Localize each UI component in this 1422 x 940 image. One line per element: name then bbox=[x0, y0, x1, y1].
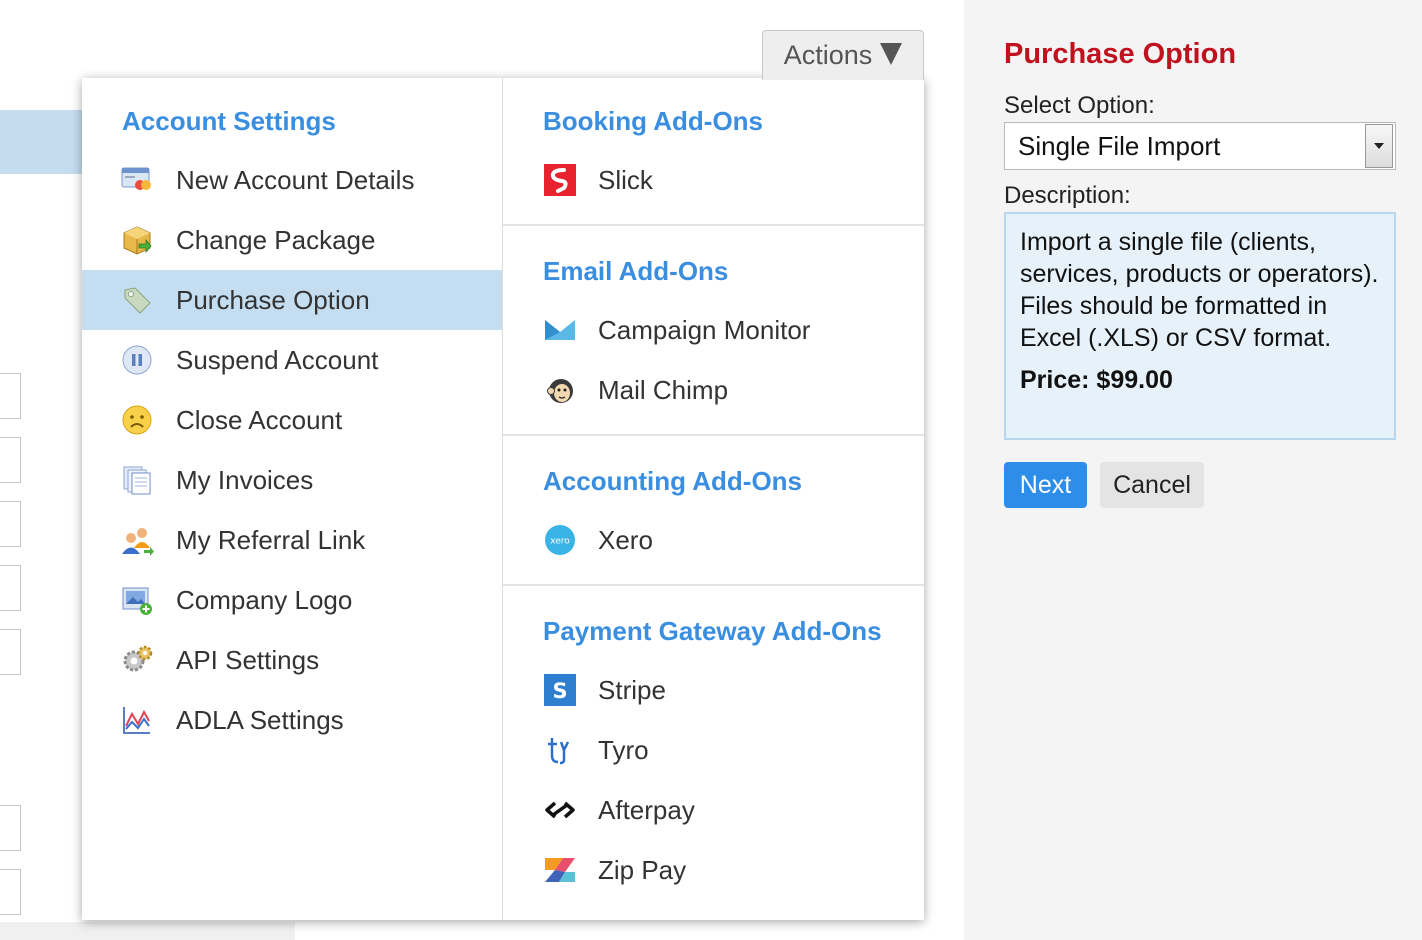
menu-item-change-package[interactable]: Change Package bbox=[82, 210, 502, 270]
xero-icon: xero bbox=[543, 523, 577, 557]
menu-item-api-settings[interactable]: API Settings bbox=[82, 630, 502, 690]
accounting-add-ons-heading: Accounting Add-Ons bbox=[543, 466, 803, 496]
referral-users-icon bbox=[120, 523, 154, 557]
payment-gateway-add-ons-heading: Payment Gateway Add-Ons bbox=[543, 616, 882, 646]
actions-dropdown-menu: Account Settings New Account Details Cha… bbox=[82, 78, 924, 920]
actions-label: Actions bbox=[783, 40, 873, 70]
background-field bbox=[0, 629, 21, 675]
menu-item-my-invoices[interactable]: My Invoices bbox=[82, 450, 502, 510]
afterpay-icon bbox=[543, 793, 577, 827]
next-button[interactable]: Next bbox=[1004, 462, 1087, 508]
selected-option: Single File Import bbox=[1018, 130, 1221, 161]
background-field bbox=[0, 565, 21, 611]
purchase-option-panel: Purchase Option Select Option: Single Fi… bbox=[964, 0, 1422, 940]
menu-item-zip-pay[interactable]: Zip Pay bbox=[503, 840, 923, 900]
tyro-icon bbox=[543, 733, 577, 767]
option-select[interactable]: Single File Import bbox=[1004, 122, 1396, 170]
menu-item-campaign-monitor[interactable]: Campaign Monitor bbox=[503, 300, 923, 360]
gears-icon bbox=[120, 643, 154, 677]
menu-item-new-account-details[interactable]: New Account Details bbox=[82, 150, 502, 210]
zip-pay-icon bbox=[543, 853, 577, 887]
svg-text:xero: xero bbox=[550, 537, 570, 547]
select-option-label: Select Option: bbox=[1004, 92, 1155, 119]
campaign-monitor-icon bbox=[543, 313, 577, 347]
menu-item-stripe[interactable]: S Stripe bbox=[503, 660, 923, 720]
account-card-icon bbox=[120, 163, 154, 197]
menu-item-afterpay[interactable]: Afterpay bbox=[503, 780, 923, 840]
tag-icon bbox=[120, 283, 154, 317]
booking-add-ons-heading: Booking Add-Ons bbox=[543, 106, 764, 136]
background-highlight bbox=[0, 110, 90, 174]
menu-item-xero[interactable]: xero Xero bbox=[503, 510, 923, 570]
menu-item-adla-settings[interactable]: ADLA Settings bbox=[82, 690, 502, 750]
account-settings-heading: Account Settings bbox=[122, 106, 336, 136]
svg-text:S: S bbox=[552, 679, 567, 703]
menu-item-purchase-option[interactable]: Purchase Option bbox=[82, 270, 502, 330]
panel-title: Purchase Option bbox=[1004, 38, 1237, 70]
add-ons-column: Booking Add-Ons Slick Email Add-Ons Camp… bbox=[503, 78, 924, 920]
section-divider bbox=[503, 224, 924, 226]
menu-item-suspend-account[interactable]: Suspend Account bbox=[82, 330, 502, 390]
actions-button[interactable]: Actions bbox=[762, 30, 924, 80]
slick-icon bbox=[543, 163, 577, 197]
caret-down-icon bbox=[880, 42, 903, 65]
description-label: Description: bbox=[1004, 182, 1131, 209]
section-divider bbox=[503, 434, 924, 436]
section-divider bbox=[503, 584, 924, 586]
image-add-icon bbox=[120, 583, 154, 617]
background-field bbox=[0, 373, 21, 419]
menu-item-company-logo[interactable]: Company Logo bbox=[82, 570, 502, 630]
menu-item-my-referral-link[interactable]: My Referral Link bbox=[82, 510, 502, 570]
mailchimp-icon bbox=[543, 373, 577, 407]
menu-item-mail-chimp[interactable]: Mail Chimp bbox=[503, 360, 923, 420]
chart-icon bbox=[120, 703, 154, 737]
background-field bbox=[0, 437, 21, 483]
background-strip bbox=[0, 922, 295, 940]
description-text: Import a single file (clients, services,… bbox=[1020, 228, 1379, 352]
dropdown-arrow-icon[interactable] bbox=[1365, 124, 1393, 168]
package-icon bbox=[120, 223, 154, 257]
price-text: Price: $99.00 bbox=[1020, 366, 1173, 394]
menu-item-slick[interactable]: Slick bbox=[503, 150, 923, 210]
background-field bbox=[0, 869, 21, 915]
background-field bbox=[0, 501, 21, 547]
stripe-icon: S bbox=[543, 673, 577, 707]
pause-icon bbox=[120, 343, 154, 377]
sad-face-icon bbox=[120, 403, 154, 437]
invoices-icon bbox=[120, 463, 154, 497]
cancel-button[interactable]: Cancel bbox=[1100, 462, 1204, 508]
menu-item-close-account[interactable]: Close Account bbox=[82, 390, 502, 450]
account-settings-column: Account Settings New Account Details Cha… bbox=[82, 78, 503, 920]
background-field bbox=[0, 805, 21, 851]
description-box: Import a single file (clients, services,… bbox=[1004, 212, 1396, 440]
menu-item-tyro[interactable]: Tyro bbox=[503, 720, 923, 780]
email-add-ons-heading: Email Add-Ons bbox=[543, 256, 729, 286]
